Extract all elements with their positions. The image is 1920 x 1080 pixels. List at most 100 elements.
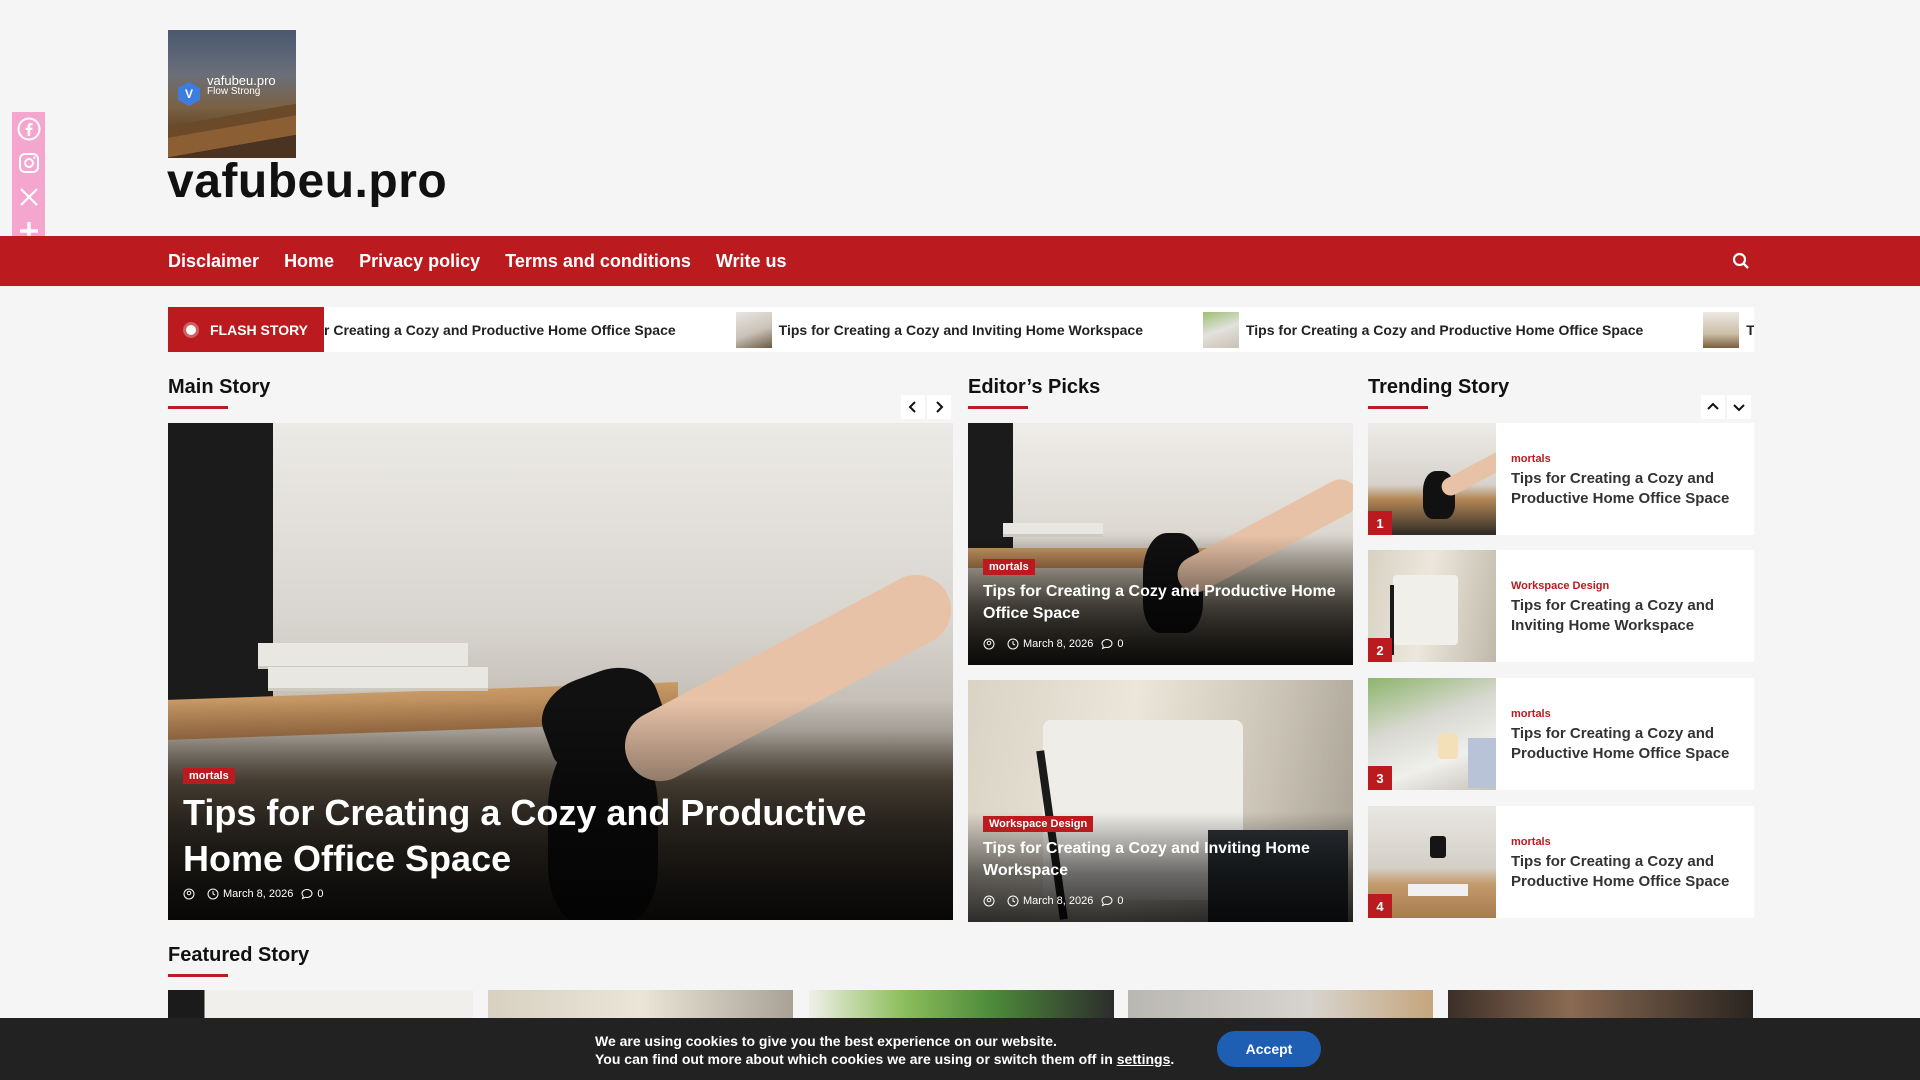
image-chair (1393, 575, 1458, 645)
chevron-left-icon (908, 401, 916, 413)
site-logo[interactable]: V vafubeu.pro Flow Strong (168, 30, 296, 158)
pick-meta: March 8, 2026 0 (983, 638, 1123, 650)
search-icon[interactable] (1731, 251, 1751, 271)
image-book (268, 667, 488, 691)
comment-icon (1101, 638, 1113, 650)
ticker-item[interactable]: r Creating a Cozy and Productive Home Of… (324, 322, 676, 338)
trending-item[interactable]: 2 Workspace Design Tips for Creating a C… (1368, 550, 1754, 662)
trending-title[interactable]: Tips for Creating a Cozy and Productive … (1511, 469, 1731, 509)
main-story-title[interactable]: Tips for Creating a Cozy and Productive … (183, 790, 903, 882)
featured-card[interactable] (1128, 990, 1433, 1020)
category-link[interactable]: mortals (1511, 453, 1551, 465)
heading-underline (968, 406, 1028, 409)
main-story-heading-text: Main Story (168, 376, 271, 398)
live-dot-icon (186, 324, 196, 335)
featured-card[interactable] (809, 990, 1114, 1020)
category-link[interactable]: Workspace Design (1511, 580, 1609, 592)
featured-card[interactable] (168, 990, 473, 1020)
editors-picks-heading: Editor’s Picks (968, 376, 1100, 409)
image-candle (1438, 733, 1458, 759)
editors-pick-card[interactable]: Workspace Design Tips for Creating a Coz… (968, 680, 1353, 922)
trending-item[interactable]: 4 mortals Tips for Creating a Cozy and P… (1368, 806, 1754, 918)
social-share-bar (12, 112, 45, 248)
pick-title[interactable]: Tips for Creating a Cozy and Inviting Ho… (983, 838, 1343, 882)
instagram-share-button[interactable] (12, 146, 45, 180)
trending-item[interactable]: 3 mortals Tips for Creating a Cozy and P… (1368, 678, 1754, 790)
flash-story-bar: FLASH STORY r Creating a Cozy and Produc… (168, 307, 1754, 352)
featured-story-heading-text: Featured Story (168, 944, 310, 966)
pick-meta: March 8, 2026 0 (983, 895, 1123, 907)
featured-card[interactable] (488, 990, 793, 1020)
comment-count[interactable]: 0 (1117, 895, 1123, 907)
main-story-prev-button[interactable] (901, 395, 925, 419)
trending-item[interactable]: 1 mortals Tips for Creating a Cozy and P… (1368, 423, 1754, 535)
clock-icon (1007, 895, 1019, 907)
ticker-item[interactable]: Tips for Creating a Cozy and Inviting Ho… (735, 311, 1143, 348)
featured-card[interactable] (1448, 990, 1753, 1020)
comment-icon (1101, 895, 1113, 907)
x-share-button[interactable] (12, 180, 45, 214)
trending-story-heading: Trending Story (1368, 376, 1510, 409)
cookie-message: We are using cookies to give you the bes… (595, 1032, 1174, 1068)
cookie-line-1: We are using cookies to give you the bes… (595, 1033, 1057, 1049)
nav-item-terms[interactable]: Terms and conditions (505, 251, 691, 272)
nav-item-privacy-policy[interactable]: Privacy policy (359, 251, 480, 272)
trending-title[interactable]: Tips for Creating a Cozy and Inviting Ho… (1511, 596, 1731, 636)
cookie-banner: We are using cookies to give you the bes… (0, 1018, 1920, 1080)
site-title[interactable]: vafubeu.pro (167, 154, 447, 209)
editors-pick-card[interactable]: mortals Tips for Creating a Cozy and Pro… (968, 423, 1353, 665)
nav-item-write-us[interactable]: Write us (716, 251, 787, 272)
trending-title[interactable]: Tips for Creating a Cozy and Productive … (1511, 852, 1731, 892)
flash-story-label: FLASH STORY (168, 307, 324, 352)
category-badge[interactable]: Workspace Design (983, 816, 1094, 832)
author-icon (983, 895, 995, 907)
clock-icon (207, 888, 219, 900)
post-date: March 8, 2026 (1023, 895, 1094, 907)
trending-rank: 3 (1368, 766, 1392, 790)
trending-down-button[interactable] (1727, 395, 1751, 419)
category-badge[interactable]: mortals (983, 559, 1035, 575)
post-date: March 8, 2026 (1023, 638, 1094, 650)
cookie-settings-link[interactable]: settings (1117, 1051, 1171, 1067)
ticker-item-title: Tips for Creating a Cozy and Inviting Ho… (778, 321, 1143, 338)
cookie-line-2: You can find out more about which cookie… (595, 1050, 1174, 1068)
main-story-next-button[interactable] (927, 395, 951, 419)
chevron-up-icon (1707, 402, 1719, 410)
ticker-item-title: Tips for Creating a Cozy and Productive … (1245, 321, 1644, 338)
pick-title[interactable]: Tips for Creating a Cozy and Productive … (983, 581, 1343, 625)
ticker-thumbnail (1703, 311, 1740, 348)
ticker-item[interactable]: T (1703, 311, 1754, 348)
comment-count[interactable]: 0 (317, 888, 323, 900)
nav-item-disclaimer[interactable]: Disclaimer (168, 251, 259, 272)
trending-story-heading-text: Trending Story (1368, 376, 1510, 398)
comment-icon (301, 888, 313, 900)
trending-thumbnail[interactable]: 4 (1368, 806, 1496, 918)
logo-tagline: Flow Strong (207, 86, 261, 97)
trending-up-button[interactable] (1701, 395, 1725, 419)
image-keyboard (1408, 884, 1468, 896)
main-story-heading: Main Story (168, 376, 271, 409)
post-date: March 8, 2026 (223, 888, 294, 900)
chevron-down-icon (1733, 404, 1745, 412)
trending-thumbnail[interactable]: 1 (1368, 423, 1496, 535)
accept-cookies-button[interactable]: Accept (1217, 1031, 1321, 1067)
category-link[interactable]: mortals (1511, 836, 1551, 848)
facebook-share-button[interactable] (12, 112, 45, 146)
clock-icon (1007, 638, 1019, 650)
trending-title[interactable]: Tips for Creating a Cozy and Productive … (1511, 724, 1731, 764)
image-clock (1430, 836, 1446, 858)
main-story-card[interactable]: mortals Tips for Creating a Cozy and Pro… (168, 423, 953, 920)
trending-thumbnail[interactable]: 3 (1368, 678, 1496, 790)
trending-rank: 4 (1368, 894, 1392, 918)
category-badge[interactable]: mortals (183, 768, 235, 784)
ticker-item[interactable]: Tips for Creating a Cozy and Productive … (1202, 311, 1644, 348)
nav-item-home[interactable]: Home (284, 251, 334, 272)
comment-count[interactable]: 0 (1117, 638, 1123, 650)
ticker-item-title: T (1746, 321, 1754, 338)
featured-story-heading: Featured Story (168, 944, 310, 977)
author-icon (983, 638, 995, 650)
ticker-thumbnail (1202, 311, 1239, 348)
cookie-line-2-end: . (1170, 1051, 1175, 1067)
trending-thumbnail[interactable]: 2 (1368, 550, 1496, 662)
category-link[interactable]: mortals (1511, 708, 1551, 720)
